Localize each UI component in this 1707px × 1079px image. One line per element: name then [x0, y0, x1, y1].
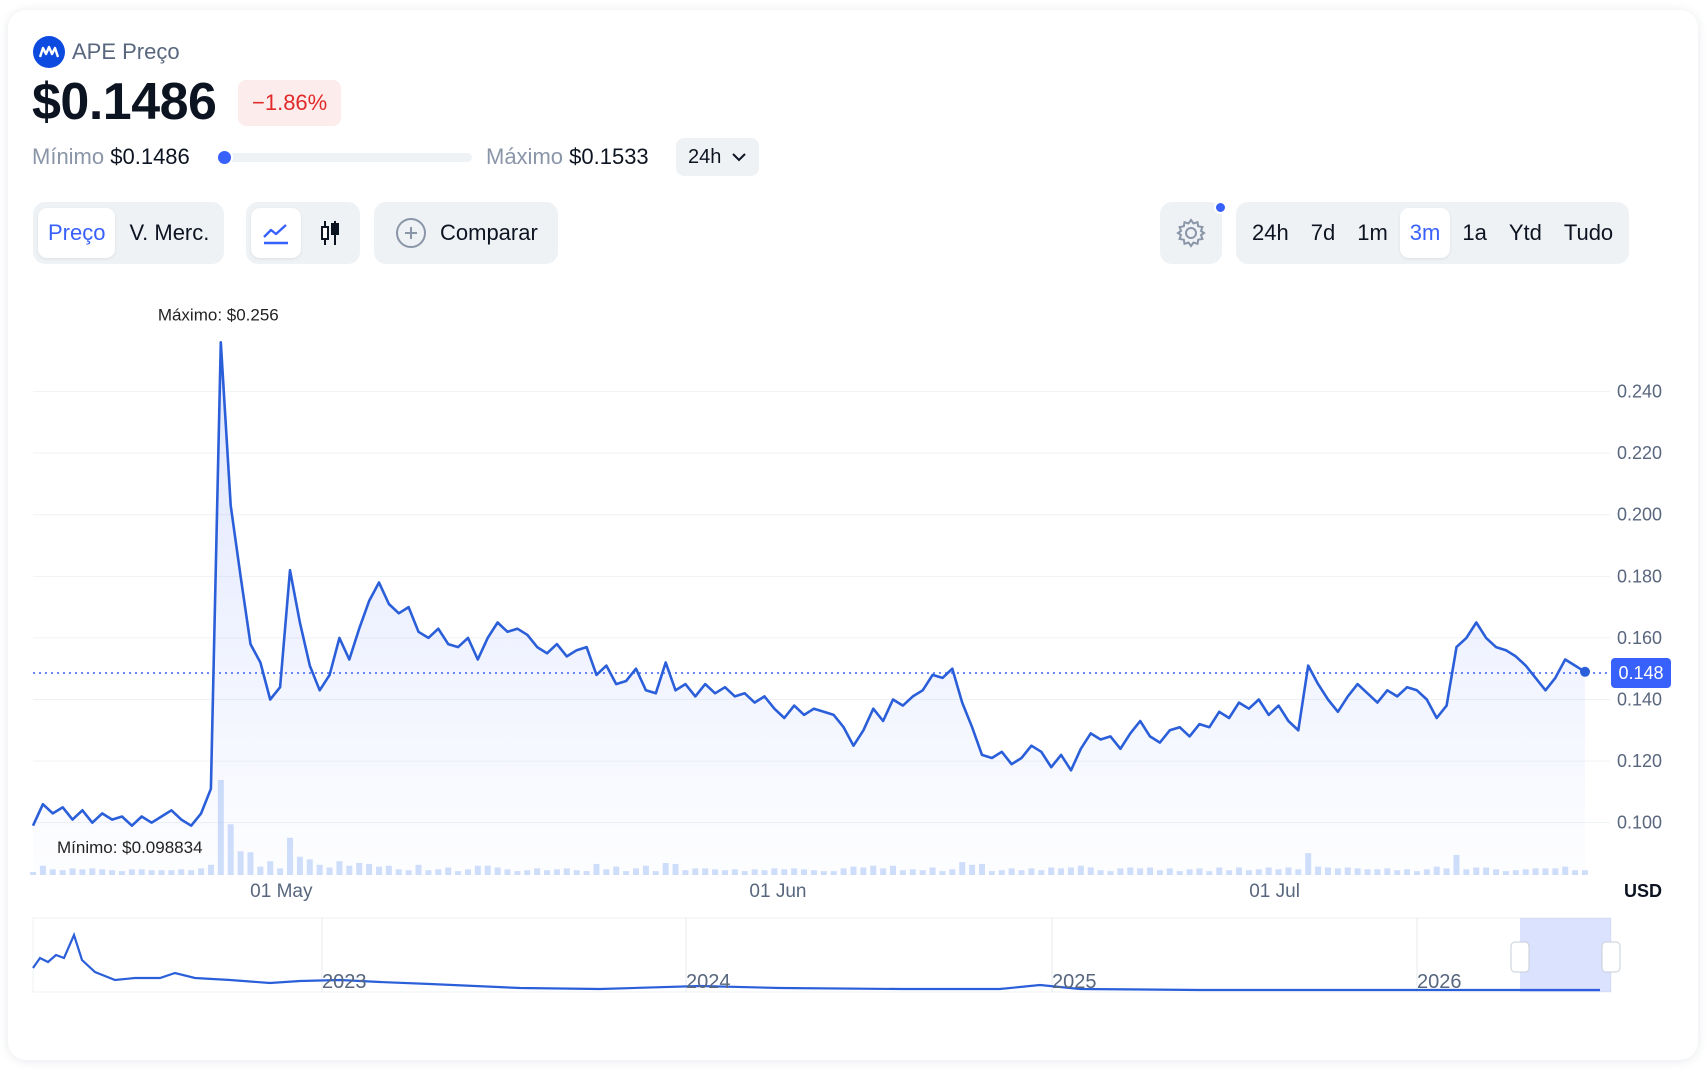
y-tick-label: 0.100 — [1617, 813, 1662, 833]
y-tick-label: 0.140 — [1617, 689, 1662, 709]
x-tick-label: 01 Jul — [1249, 881, 1300, 902]
y-tick-label: 0.240 — [1617, 382, 1662, 402]
y-tick-label: 0.200 — [1617, 505, 1662, 525]
y-axis: 0.100 0.120 0.140 0.160 0.180 0.200 0.220 0.240 — [1617, 382, 1662, 833]
x-axis: 01 May 01 Jun 01 Jul — [250, 881, 1300, 902]
navigator-year-label: 2026 — [1417, 971, 1462, 993]
y-tick-label: 0.220 — [1617, 443, 1662, 463]
axis-unit-label: USD — [1624, 881, 1662, 901]
navigator-handle-left[interactable] — [1510, 941, 1530, 973]
x-tick-label: 01 May — [250, 881, 313, 902]
price-chart[interactable]: 0.100 0.120 0.140 0.160 0.180 0.200 0.220 0.240… — [0, 0, 1707, 1079]
last-price-dot — [1580, 666, 1590, 677]
price-area — [33, 342, 1585, 875]
y-tick-label: 0.160 — [1617, 628, 1662, 648]
current-price-tag-text: 0.148 — [1618, 663, 1663, 683]
current-price-tag: 0.148 — [1611, 658, 1671, 689]
navigator-handle-right[interactable] — [1601, 941, 1621, 973]
max-annotation: Máximo: $0.256 — [158, 305, 279, 324]
navigator-selection[interactable] — [1520, 918, 1611, 992]
navigator-year-label: 2025 — [1052, 971, 1097, 993]
y-tick-label: 0.180 — [1617, 566, 1662, 586]
min-annotation: Mínimo: $0.098834 — [57, 838, 203, 857]
navigator-year-label: 2024 — [686, 971, 731, 993]
navigator-year-label: 2023 — [322, 971, 367, 993]
y-tick-label: 0.120 — [1617, 751, 1662, 771]
x-tick-label: 01 Jun — [749, 881, 806, 902]
range-navigator[interactable]: 2023 2024 2025 2026 — [32, 917, 1621, 993]
